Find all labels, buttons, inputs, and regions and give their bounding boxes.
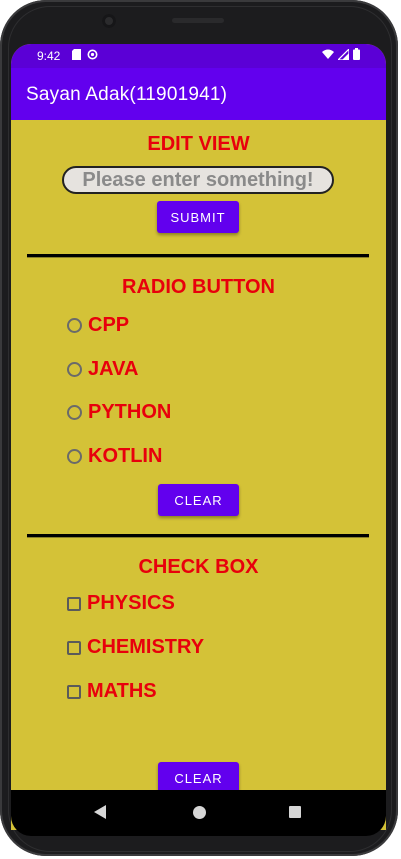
radio-option-label: CPP — [88, 314, 130, 336]
radio-option-label: JAVA — [88, 358, 139, 380]
radio-option-python[interactable]: PYTHON — [67, 401, 171, 424]
radio-option-label: KOTLIN — [88, 445, 163, 467]
radio-option-kotlin[interactable]: KOTLIN — [67, 445, 162, 468]
checkbox-option-label: CHEMISTRY — [87, 636, 205, 658]
earpiece-speaker — [172, 18, 224, 23]
checkbox-square[interactable] — [67, 684, 81, 699]
sd-card-icon — [72, 49, 81, 63]
radio-option-cpp[interactable]: CPP — [67, 314, 129, 337]
checkbox-option-maths[interactable]: MATHS — [67, 680, 157, 703]
divider — [27, 534, 369, 537]
battery-icon — [353, 48, 360, 63]
checkbox-option-label: PHYSICS — [87, 592, 175, 614]
checkbox-option-label: MATHS — [87, 680, 157, 702]
radio-option-java[interactable]: JAVA — [67, 358, 138, 381]
home-icon[interactable] — [193, 806, 206, 819]
signal-icon — [336, 47, 350, 63]
radio-circle[interactable] — [67, 318, 82, 333]
radio-button-heading: RADIO BUTTON — [122, 276, 275, 298]
radio-option-label: PYTHON — [88, 401, 172, 423]
edit-text-input[interactable] — [62, 166, 334, 194]
check-box-heading: CHECK BOX — [138, 556, 259, 578]
divider — [27, 254, 369, 257]
status-bar: 9:42 — [11, 44, 386, 68]
edit-view-heading: EDIT VIEW — [147, 133, 250, 155]
navigation-bar — [11, 790, 386, 836]
checkbox-square[interactable] — [67, 640, 81, 655]
checkbox-option-chemistry[interactable]: CHEMISTRY — [67, 636, 204, 659]
front-camera — [102, 14, 116, 28]
back-icon[interactable] — [94, 805, 106, 819]
submit-button[interactable]: SUBMIT — [157, 201, 239, 233]
radio-clear-button[interactable]: CLEAR — [158, 484, 239, 516]
checkbox-option-physics[interactable]: PHYSICS — [67, 592, 175, 615]
status-icons-right — [322, 47, 360, 63]
radio-circle[interactable] — [67, 449, 82, 464]
sync-icon — [87, 49, 98, 63]
screen: 9:42 Sayan Adak(11901941) EDIT VIEW Plea… — [11, 44, 386, 830]
status-time: 9:42 — [37, 49, 61, 63]
wifi-icon — [322, 49, 334, 63]
recents-icon[interactable] — [289, 806, 301, 818]
status-icons-left — [72, 49, 98, 63]
app-title: Sayan Adak(11901941) — [26, 84, 228, 105]
radio-circle[interactable] — [67, 362, 82, 377]
main-content: EDIT VIEW SUBMIT RADIO BUTTON CPP JAVA P… — [11, 120, 386, 830]
radio-circle[interactable] — [67, 405, 82, 420]
checkbox-square[interactable] — [67, 596, 81, 611]
app-bar: Sayan Adak(11901941) — [11, 68, 386, 120]
